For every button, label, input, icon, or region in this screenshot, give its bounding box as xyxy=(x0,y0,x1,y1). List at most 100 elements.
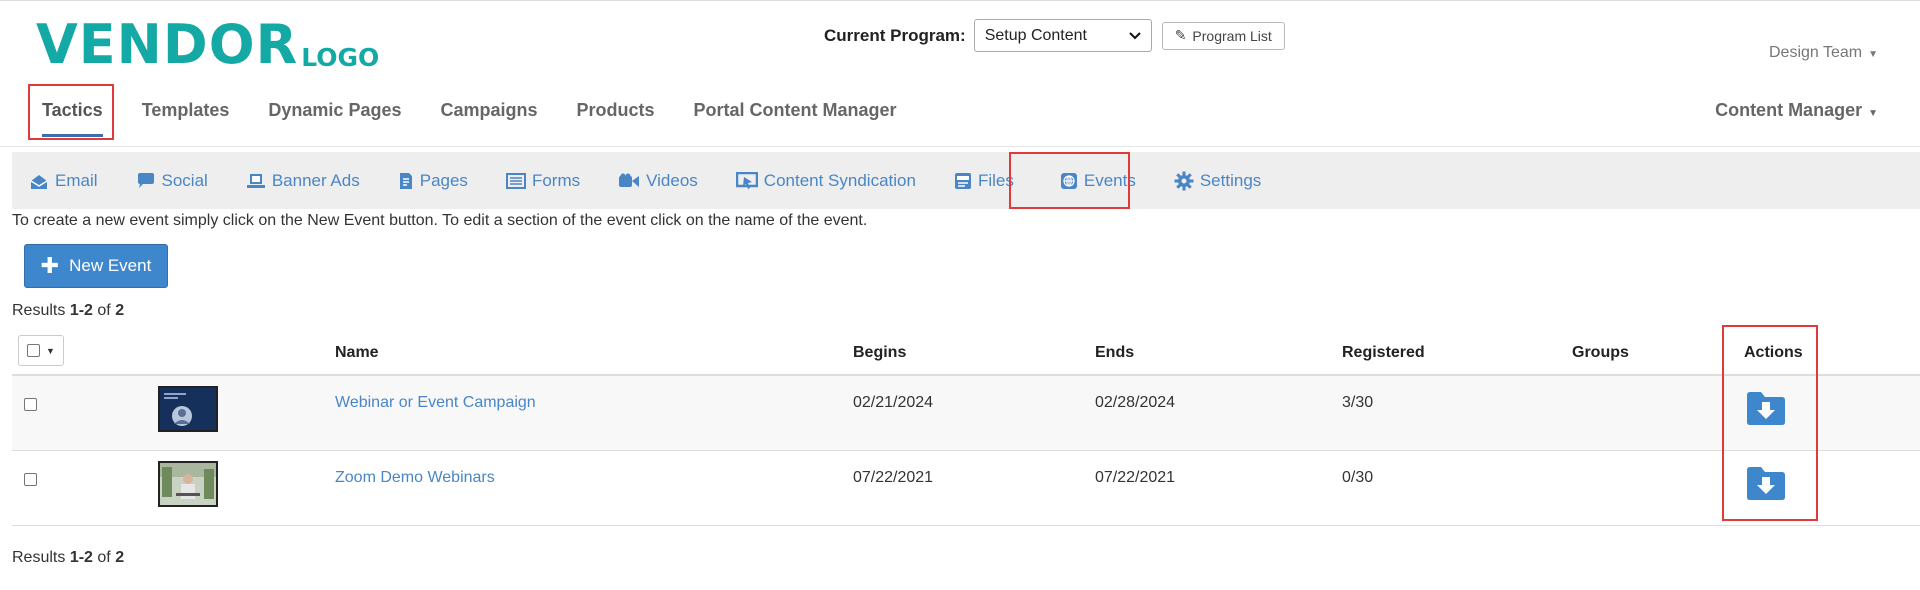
subnav-label: Files xyxy=(977,170,1014,190)
row-checkbox[interactable] xyxy=(24,398,37,411)
subnav-banner-ads[interactable]: Banner Ads xyxy=(246,171,360,191)
results-range: 1-2 xyxy=(69,549,93,566)
subnav-label: Events xyxy=(1083,170,1136,190)
bulk-select-dropdown[interactable]: ▼ xyxy=(18,335,64,366)
column-header-registered[interactable]: Registered xyxy=(1342,344,1425,362)
logo-sub-text: LOGO xyxy=(301,43,380,72)
subnav-pages[interactable]: Pages xyxy=(398,171,468,191)
results-of: of xyxy=(97,302,111,319)
subnav-email[interactable]: Email xyxy=(29,171,98,191)
program-select[interactable]: Setup Content xyxy=(973,19,1152,52)
subnav-events[interactable]: Events xyxy=(1060,171,1136,191)
nav-tab-label: Dynamic Pages xyxy=(268,100,402,120)
vendor-logo[interactable]: VENDOR LOGO xyxy=(36,18,379,72)
new-event-button[interactable]: ✚ New Event xyxy=(24,244,168,288)
nav-tab-campaigns[interactable]: Campaigns xyxy=(440,90,537,131)
nav-tab-templates[interactable]: Templates xyxy=(142,90,230,131)
event-ends: 07/22/2021 xyxy=(1095,469,1176,486)
nav-tab-label: Products xyxy=(576,100,655,120)
subnav-forms[interactable]: Forms xyxy=(505,170,581,191)
results-summary-top: Results 1-2 of 2 xyxy=(12,302,124,320)
role-menu[interactable]: Content Manager ▼ xyxy=(1715,100,1878,121)
event-thumbnail xyxy=(158,386,218,432)
row-checkbox[interactable] xyxy=(24,473,37,486)
laptop-icon xyxy=(246,173,265,188)
subnav-label: Banner Ads xyxy=(271,170,360,190)
nav-tab-tactics[interactable]: Tactics xyxy=(28,90,117,137)
results-prefix: Results xyxy=(12,302,66,319)
nav-tab-dynamic-pages[interactable]: Dynamic Pages xyxy=(268,90,401,131)
subnav-files[interactable]: Files xyxy=(954,171,1014,191)
column-header-begins[interactable]: Begins xyxy=(853,344,906,362)
chat-bubble-icon xyxy=(137,172,154,188)
gear-icon xyxy=(1174,171,1194,190)
instruction-text: To create a new event simply click on th… xyxy=(12,212,868,229)
program-label: Current Program: xyxy=(824,25,966,45)
column-header-groups: Groups xyxy=(1572,344,1629,361)
program-select-value: Setup Content xyxy=(984,26,1087,44)
table-row: Zoom Demo Webinars 07/22/2021 07/22/2021… xyxy=(12,451,1920,526)
subnav-label: Content Syndication xyxy=(763,170,916,190)
chevron-down-icon xyxy=(1128,29,1141,43)
plus-icon: ✚ xyxy=(40,253,60,278)
nav-tab-products[interactable]: Products xyxy=(577,90,655,131)
list-icon xyxy=(505,172,526,189)
table-header: ▼ Name Begins Ends Registered Groups Act… xyxy=(12,330,1920,376)
email-icon xyxy=(30,174,48,189)
subnav-label: Social xyxy=(161,170,208,190)
subnav-label: Videos xyxy=(646,170,698,190)
results-total: 2 xyxy=(115,549,125,566)
event-ends: 02/28/2024 xyxy=(1095,394,1176,411)
subnav-settings[interactable]: Settings xyxy=(1174,171,1261,191)
event-registered: 0/30 xyxy=(1342,469,1374,486)
results-summary-bottom: Results 1-2 of 2 xyxy=(12,549,124,567)
active-tab-indicator xyxy=(42,134,103,137)
events-table: ▼ Name Begins Ends Registered Groups Act… xyxy=(12,330,1920,526)
column-header-actions: Actions xyxy=(1744,344,1803,361)
event-begins: 02/21/2024 xyxy=(853,394,934,411)
nav-tab-label: Campaigns xyxy=(440,100,538,120)
monitor-pointer-icon xyxy=(735,171,758,189)
select-all-checkbox[interactable] xyxy=(27,344,41,357)
nav-tab-label: Portal Content Manager xyxy=(693,100,897,120)
download-folder-icon[interactable] xyxy=(1745,389,1787,432)
event-registered: 3/30 xyxy=(1342,394,1374,411)
nav-tab-portal-content-manager[interactable]: Portal Content Manager xyxy=(694,90,897,131)
document-icon xyxy=(399,172,412,189)
event-name-link[interactable]: Zoom Demo Webinars xyxy=(335,469,495,487)
nav-divider xyxy=(0,146,1920,147)
results-of: of xyxy=(97,549,111,566)
subnav-label: Pages xyxy=(419,170,468,190)
subnav-label: Forms xyxy=(531,170,581,190)
file-doc-icon xyxy=(954,172,971,189)
nav-tab-label: Templates xyxy=(141,100,230,120)
subnav-social[interactable]: Social xyxy=(136,171,208,191)
event-name-link[interactable]: Webinar or Event Campaign xyxy=(335,394,536,412)
globe-icon xyxy=(1060,172,1077,189)
caret-down-icon: ▼ xyxy=(46,345,55,356)
subnav-content-syndication[interactable]: Content Syndication xyxy=(735,170,916,191)
team-menu[interactable]: Design Team ▼ xyxy=(1769,44,1878,62)
program-list-button[interactable]: ✎ Program List xyxy=(1161,21,1285,50)
download-folder-icon[interactable] xyxy=(1745,464,1787,507)
results-range: 1-2 xyxy=(69,302,93,319)
nav-tab-label: Tactics xyxy=(42,100,103,120)
caret-down-icon: ▼ xyxy=(1868,49,1878,60)
subnav-label: Settings xyxy=(1199,170,1262,190)
team-label: Design Team xyxy=(1769,44,1863,61)
top-border xyxy=(0,0,1920,1)
logo-main-text: VENDOR xyxy=(36,13,299,76)
caret-down-icon: ▼ xyxy=(1868,108,1878,119)
subnav-videos[interactable]: Videos xyxy=(618,171,698,191)
event-thumbnail xyxy=(158,461,218,507)
event-begins: 07/22/2021 xyxy=(853,469,934,486)
column-header-ends[interactable]: Ends xyxy=(1095,344,1134,362)
results-prefix: Results xyxy=(12,549,66,566)
column-header-name[interactable]: Name xyxy=(335,344,379,362)
program-selector: Current Program: Setup Content ✎ Program… xyxy=(824,19,1285,52)
main-nav: Tactics Templates Dynamic Pages Campaign… xyxy=(28,90,936,137)
subnav-label: Email xyxy=(55,170,98,190)
sub-nav: Email Social Banner Ads Pages Forms Vide… xyxy=(12,152,1920,209)
new-event-label: New Event xyxy=(69,256,152,275)
pencil-icon: ✎ xyxy=(1174,27,1187,43)
